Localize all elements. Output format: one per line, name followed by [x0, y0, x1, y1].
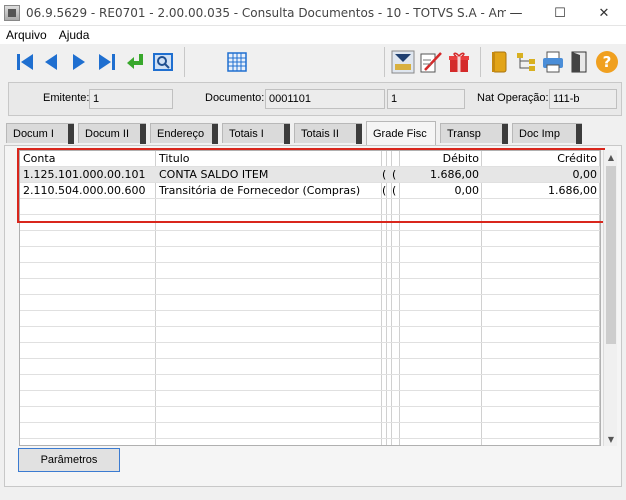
tab-docum-ii[interactable]: Docum II: [78, 123, 146, 144]
documento-label: Documento:: [205, 92, 265, 104]
column-header-conta[interactable]: Conta: [20, 151, 156, 167]
cell-conta: 1.125.101.000.00.101: [23, 168, 146, 181]
scroll-down-icon[interactable]: ▼: [604, 432, 618, 446]
documento-field[interactable]: 0001101: [265, 89, 385, 109]
go-to-icon[interactable]: [122, 49, 148, 75]
last-record-icon[interactable]: [94, 49, 120, 75]
empty-row: [20, 343, 600, 359]
exit-icon[interactable]: [566, 49, 592, 75]
emitente-field[interactable]: 1: [89, 89, 173, 109]
empty-row: [20, 231, 600, 247]
empty-row: [20, 391, 600, 407]
query-icon[interactable]: [390, 49, 416, 75]
menu-ajuda[interactable]: Ajuda: [59, 28, 90, 42]
menu-bar: Arquivo Ajuda: [0, 26, 626, 44]
empty-row: [20, 295, 600, 311]
empty-row: [20, 311, 600, 327]
empty-row: [20, 327, 600, 343]
app-icon: [4, 4, 20, 21]
emitente-label: Emitente:: [43, 92, 90, 104]
empty-row: [20, 359, 600, 375]
table-row[interactable]: 1.125.101.000.00.101 CONTA SALDO ITEM ( …: [20, 167, 600, 183]
edit-doc-icon[interactable]: [418, 49, 444, 75]
book-icon[interactable]: [486, 49, 512, 75]
cell-titulo: Transitória de Fornecedor (Compras): [159, 184, 361, 197]
empty-row: [20, 279, 600, 295]
cell-c2: (: [392, 184, 397, 197]
scroll-thumb[interactable]: [606, 166, 616, 344]
minimize-button[interactable]: —: [494, 0, 538, 26]
next-record-icon[interactable]: [66, 49, 92, 75]
cell-c2: (: [392, 168, 397, 181]
gift-icon[interactable]: [446, 49, 472, 75]
table-row[interactable]: 2.110.504.000.00.600 Transitória de Forn…: [20, 183, 600, 199]
cell-titulo: CONTA SALDO ITEM: [159, 168, 269, 181]
tab-totais-ii[interactable]: Totais II: [294, 123, 362, 144]
tab-transp[interactable]: Transp: [440, 123, 508, 144]
cell-credito: 1.686,00: [548, 184, 597, 197]
cell-c1: (: [382, 184, 387, 197]
print-icon[interactable]: [540, 49, 566, 75]
first-record-icon[interactable]: [12, 49, 38, 75]
toolbar: ?: [8, 45, 622, 79]
close-button[interactable]: ✕: [582, 0, 626, 26]
tab-strip: Docum I Docum II Endereço Totais I Totai…: [4, 121, 622, 145]
document-header: Emitente: 1 Documento: 0001101 1 Nat Ope…: [8, 82, 622, 116]
cell-conta: 2.110.504.000.00.600: [23, 184, 146, 197]
column-header-credito[interactable]: Crédito: [482, 151, 600, 167]
empty-row: [20, 407, 600, 423]
svg-text:?: ?: [603, 53, 612, 71]
tree-icon[interactable]: [514, 49, 540, 75]
window-title: 06.9.5629 - RE0701 - 2.00.00.035 - Consu…: [26, 5, 506, 20]
cell-credito: 0,00: [572, 168, 598, 181]
grid-scrollbar[interactable]: ▲ ▼: [603, 150, 617, 446]
empty-row: [20, 375, 600, 391]
nat-operacao-label: Nat Operação:: [477, 92, 549, 104]
empty-row: [20, 423, 600, 439]
tab-content: Conta Titulo Débito Crédito 1.125.101.00…: [4, 145, 622, 487]
menu-arquivo[interactable]: Arquivo: [6, 28, 47, 42]
nat-operacao-field[interactable]: 111-b: [549, 89, 617, 109]
tab-grade-fisc[interactable]: Grade Fisc: [366, 121, 436, 145]
column-header-titulo[interactable]: Titulo: [156, 151, 382, 167]
calendar-icon[interactable]: [224, 49, 250, 75]
serie-field[interactable]: 1: [387, 89, 465, 109]
grid-header: Conta Titulo Débito Crédito: [20, 151, 600, 167]
cell-debito: 1.686,00: [430, 168, 479, 181]
tab-docum-i[interactable]: Docum I: [6, 123, 74, 144]
maximize-button[interactable]: ☐: [538, 0, 582, 26]
cell-debito: 0,00: [454, 184, 480, 197]
column-header-c3[interactable]: [392, 151, 400, 167]
empty-row: [20, 247, 600, 263]
title-bar: 06.9.5629 - RE0701 - 2.00.00.035 - Consu…: [0, 0, 626, 26]
cell-c1: (: [382, 168, 387, 181]
accounts-grid[interactable]: Conta Titulo Débito Crédito 1.125.101.00…: [19, 150, 601, 446]
help-icon[interactable]: ?: [594, 49, 620, 75]
tab-doc-imp[interactable]: Doc Imp: [512, 123, 582, 144]
previous-record-icon[interactable]: [38, 49, 64, 75]
tab-endereco[interactable]: Endereço: [150, 123, 218, 144]
empty-row: [20, 215, 600, 231]
search-icon[interactable]: [150, 49, 176, 75]
empty-row: [20, 263, 600, 279]
parametros-button[interactable]: Parâmetros: [18, 448, 120, 472]
scroll-up-icon[interactable]: ▲: [604, 150, 618, 164]
tab-totais-i[interactable]: Totais I: [222, 123, 290, 144]
empty-row: [20, 199, 600, 215]
column-header-debito[interactable]: Débito: [400, 151, 482, 167]
